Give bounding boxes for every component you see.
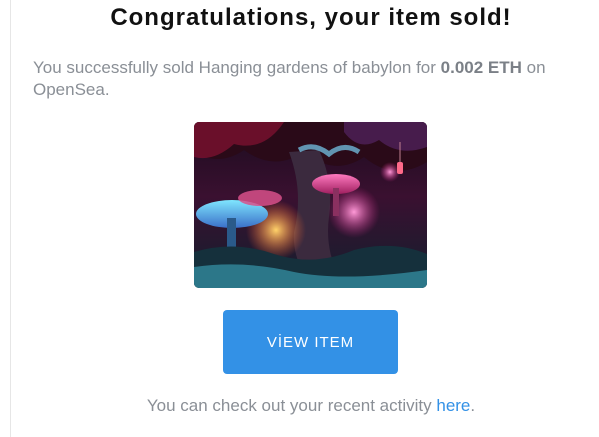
email-page: Congratulations, your item sold! You suc… bbox=[0, 0, 599, 437]
recent-activity-link[interactable]: here bbox=[436, 396, 470, 415]
recent-activity-note: You can check out your recent activity h… bbox=[0, 396, 599, 416]
sale-message: You successfully sold Hanging gardens of… bbox=[33, 57, 578, 101]
sale-price: 0.002 ETH bbox=[440, 58, 522, 77]
left-divider bbox=[10, 0, 11, 437]
recent-activity-end: . bbox=[470, 396, 476, 415]
view-item-button[interactable]: VİEW ITEM bbox=[223, 310, 398, 374]
nft-artwork-image bbox=[194, 122, 427, 288]
sale-message-prefix: You successfully sold Hanging gardens of… bbox=[33, 58, 441, 77]
recent-activity-text: You can check out your recent activity bbox=[146, 396, 437, 415]
artwork-illustration bbox=[194, 122, 427, 288]
page-title: Congratulations, your item sold! bbox=[110, 4, 512, 31]
